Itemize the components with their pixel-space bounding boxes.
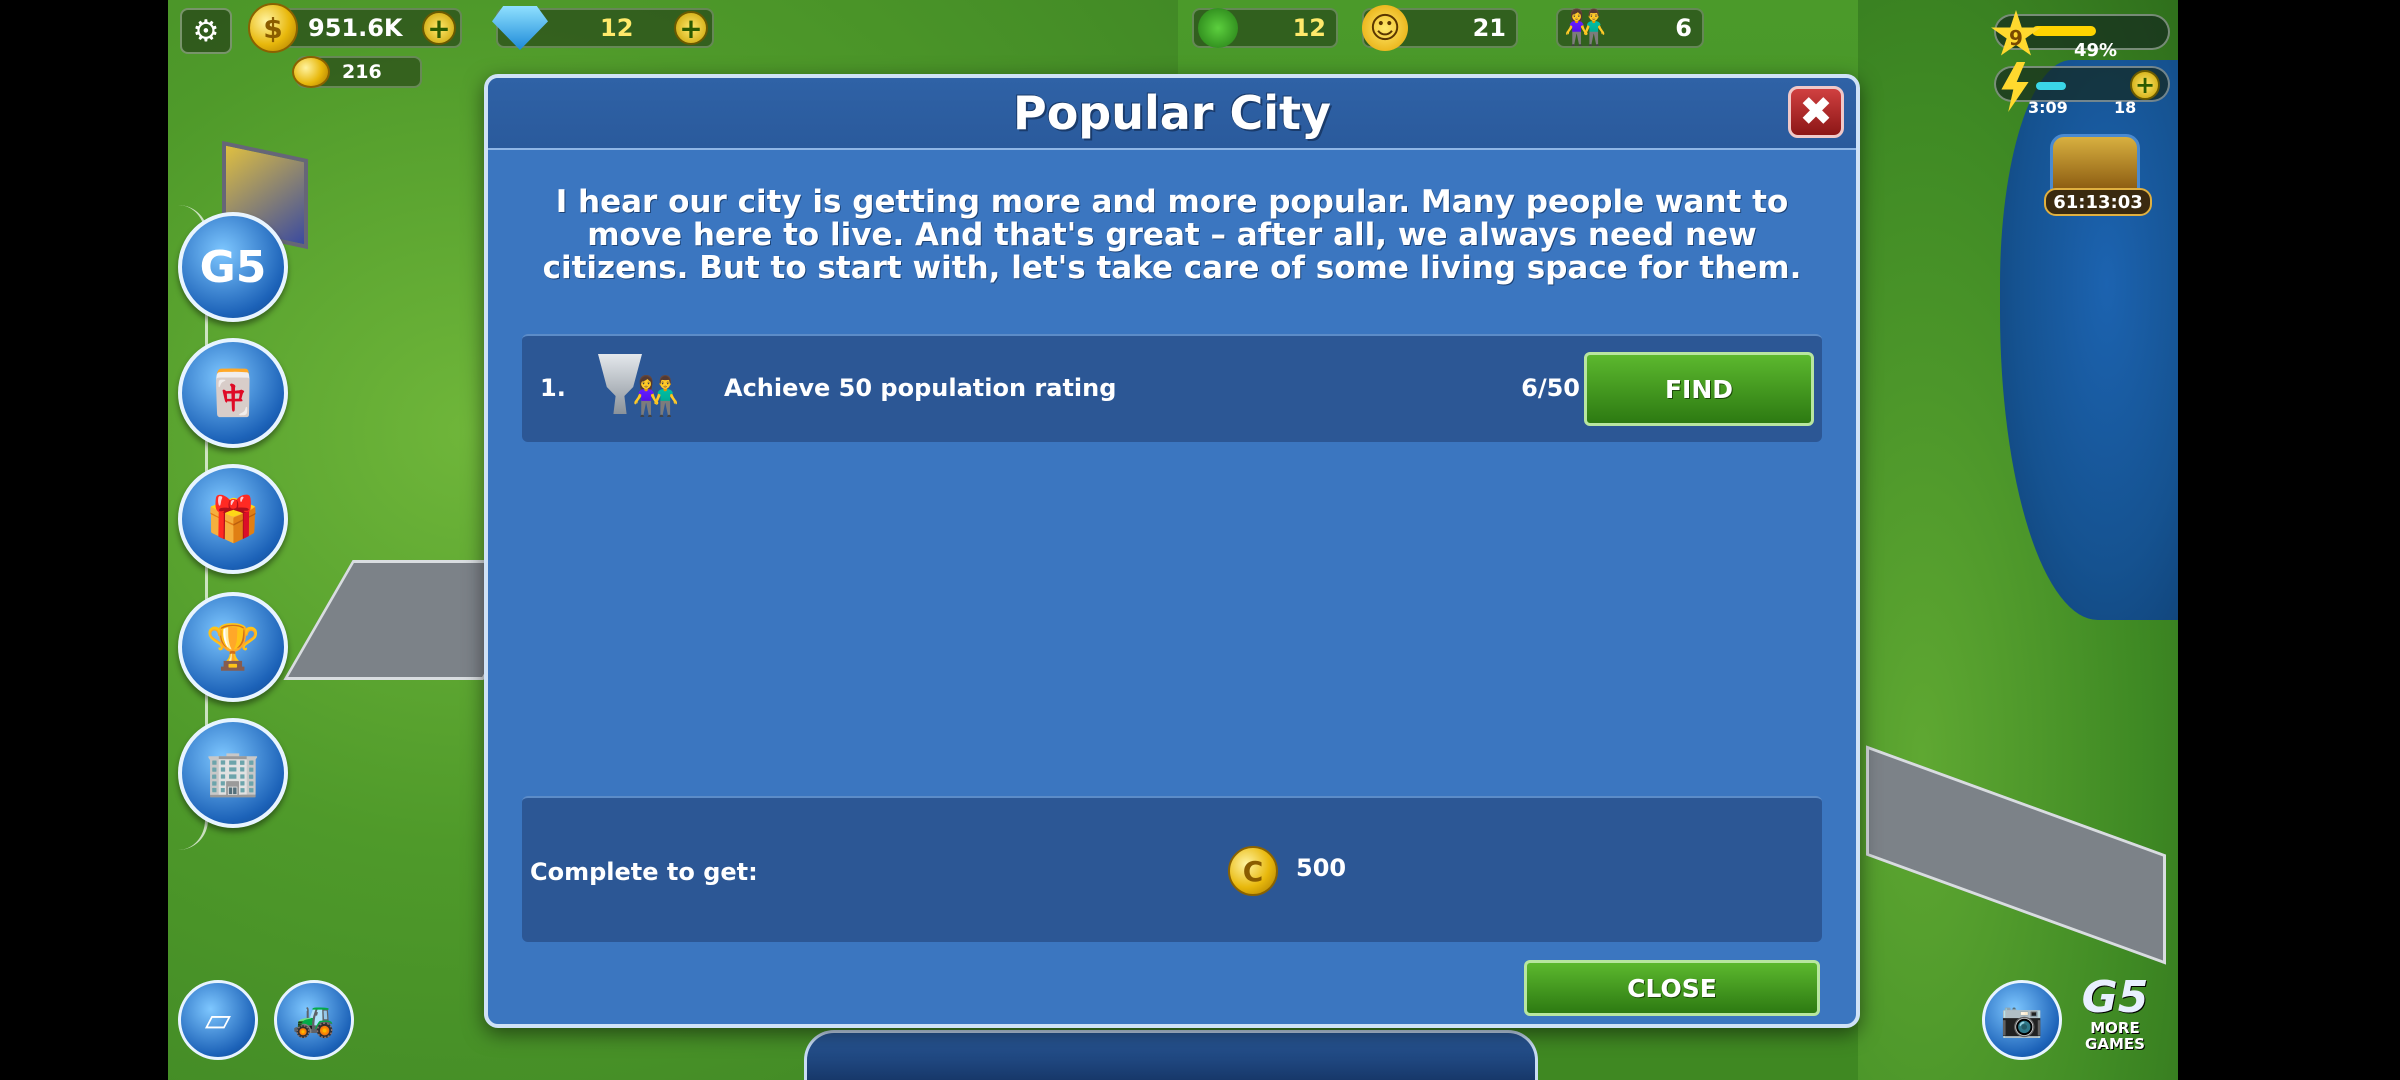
population-trophy-icon: 👫 <box>598 354 679 430</box>
bulldozer-button[interactable]: 🚜 <box>274 980 354 1060</box>
treasure-chest-icon[interactable] <box>2050 134 2140 194</box>
close-icon: ✖ <box>1799 89 1833 135</box>
more-games-line2: GAMES <box>2085 1035 2145 1053</box>
task-number: 1. <box>540 374 566 402</box>
dialog-header: Popular City <box>488 78 1856 150</box>
population-counter: 👫 6 <box>1556 8 1704 48</box>
energy-max: 18 <box>2114 98 2137 117</box>
gear-icon: ⚙ <box>192 13 220 49</box>
quest-dialog: Popular City ✖ I hear our city is gettin… <box>484 74 1860 1028</box>
coins-counter: $ 951.6K + <box>248 3 462 53</box>
reward-amount: 500 <box>1296 854 1347 882</box>
coin-icon: C <box>1228 846 1278 896</box>
g5-logo: G5 <box>2081 972 2149 1023</box>
trees-counter: 12 <box>1192 8 1338 48</box>
gift-button[interactable]: 🎁 <box>178 464 288 574</box>
grid-icon: ▱ <box>204 1000 232 1040</box>
happiness-value: 21 <box>1472 14 1506 42</box>
gift-icon: 🎁 <box>205 494 261 545</box>
close-dialog-button[interactable]: ✖ <box>1788 86 1844 138</box>
coin-icon: $ <box>248 3 298 53</box>
task-progress: 6/50 <box>1521 374 1580 402</box>
task-row: 1. 👫 Achieve 50 population rating 6/50 F… <box>522 334 1822 442</box>
level-progress-fill <box>2032 26 2096 36</box>
quest-description: I hear our city is getting more and more… <box>542 184 1802 286</box>
cash-icon <box>292 56 330 88</box>
add-energy-button[interactable]: + <box>2130 70 2160 100</box>
find-button[interactable]: FIND <box>1584 352 1814 426</box>
gem-icon <box>492 6 548 50</box>
dialog-title: Popular City <box>1012 86 1331 140</box>
camera-button[interactable]: 📷 <box>1982 980 2062 1060</box>
population-value: 6 <box>1675 14 1692 42</box>
g5-social-button[interactable]: G5 <box>178 212 288 322</box>
smile-icon: ☺ <box>1362 5 1408 51</box>
close-button[interactable]: CLOSE <box>1524 960 1820 1016</box>
g5-icon: G5 <box>199 241 267 293</box>
coins-value: 951.6K <box>308 14 403 42</box>
add-coins-button[interactable]: + <box>422 11 456 45</box>
build-grid-button[interactable]: ▱ <box>178 980 258 1060</box>
settings-button[interactable]: ⚙ <box>180 8 232 54</box>
level-percent: 49% <box>2074 40 2118 61</box>
bonus-counter: 216 <box>292 56 422 88</box>
energy-fill <box>2036 82 2066 90</box>
bottom-toolbar[interactable] <box>804 1030 1538 1080</box>
gems-counter: 12 + <box>492 6 714 50</box>
mahjong-promo-button[interactable]: 🀄 <box>178 338 288 448</box>
mahjong-icon: 🀄 <box>205 368 261 419</box>
quest-button[interactable]: 🏆 <box>178 592 288 702</box>
trophy-icon: 🏆 <box>205 622 261 673</box>
bonus-value: 216 <box>342 61 382 83</box>
building-icon: 🏢 <box>205 748 261 799</box>
add-gems-button[interactable]: + <box>674 11 708 45</box>
more-games-button[interactable]: G5 MORE GAMES <box>2072 976 2158 1062</box>
reward-row: Complete to get: C 500 <box>522 796 1822 942</box>
happiness-counter: ☺ 21 <box>1362 5 1518 51</box>
trees-value: 12 <box>1292 14 1326 42</box>
camera-icon: 📷 <box>2000 1000 2044 1040</box>
bulldozer-icon: 🚜 <box>292 1000 336 1040</box>
gems-value: 12 <box>600 14 634 42</box>
task-text: Achieve 50 population rating <box>724 374 1117 402</box>
reward-label: Complete to get: <box>530 858 758 886</box>
building-button[interactable]: 🏢 <box>178 718 288 828</box>
tree-icon <box>1198 8 1238 48</box>
chest-timer: 61:13:03 <box>2044 188 2152 216</box>
people-icon: 👫 <box>1564 8 1607 48</box>
energy-timer: 3:09 <box>2028 98 2068 117</box>
